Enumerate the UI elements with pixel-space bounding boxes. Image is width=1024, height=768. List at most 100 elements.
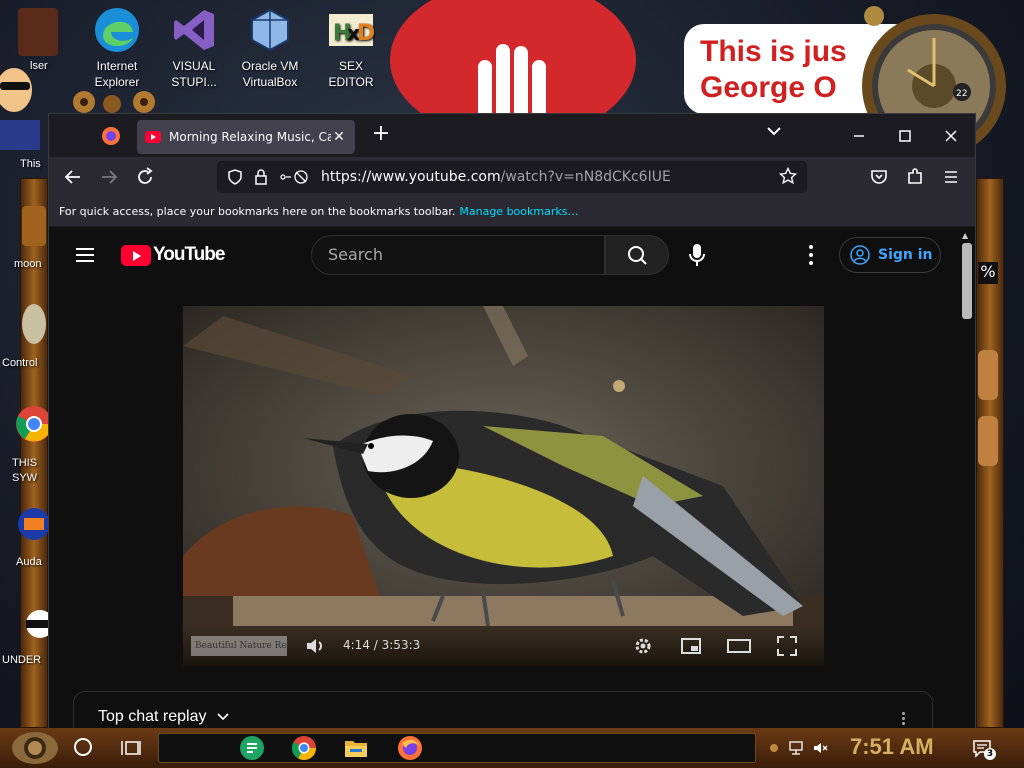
icon-label-line2: VirtualBox bbox=[242, 75, 298, 89]
account-circle-icon bbox=[850, 245, 870, 265]
firefox-view-icon[interactable] bbox=[101, 126, 121, 146]
desktop-icon-internet-explorer[interactable]: Internet Explorer bbox=[85, 6, 149, 90]
avatar-cartoon-icon[interactable] bbox=[0, 60, 40, 150]
guide-menu-icon[interactable] bbox=[73, 244, 97, 268]
close-tab-button[interactable]: ✕ bbox=[331, 129, 347, 145]
desktop-icon-virtualbox[interactable]: Oracle VM VirtualBox bbox=[238, 6, 302, 90]
microphone-icon[interactable] bbox=[685, 241, 709, 269]
top-chat-replay-panel[interactable]: Top chat replay bbox=[73, 691, 933, 732]
desktop-icon-hex-editor[interactable]: HxD SEX EDITOR bbox=[319, 6, 383, 90]
url-host: https://www.youtube.com bbox=[321, 169, 501, 185]
gauge-icon bbox=[978, 350, 998, 400]
channel-watermark[interactable]: Beautiful Nature Re bbox=[191, 636, 287, 656]
url-bar[interactable]: https://www.youtube.com/watch?v=nN8dCKc6… bbox=[217, 161, 807, 193]
notification-count-badge: 3 bbox=[984, 748, 996, 760]
chevron-down-icon[interactable] bbox=[217, 708, 229, 726]
icon-label-line1: Oracle VM bbox=[241, 59, 299, 73]
desktop-label-auda: Auda bbox=[16, 556, 42, 568]
settings-gear-icon[interactable] bbox=[631, 634, 655, 658]
start-button[interactable] bbox=[10, 730, 60, 766]
chrome-taskbar-icon[interactable] bbox=[290, 734, 318, 762]
current-time: 4:14 bbox=[343, 638, 370, 652]
settings-more-vert-icon[interactable] bbox=[801, 241, 821, 269]
pocket-icon[interactable] bbox=[867, 165, 891, 189]
scroll-up-arrow-icon[interactable]: ▲ bbox=[962, 231, 968, 240]
extensions-puzzle-icon[interactable] bbox=[903, 165, 927, 189]
close-window-button[interactable] bbox=[937, 122, 965, 150]
chrome-desktop-icon[interactable] bbox=[14, 404, 52, 444]
theater-mode-icon[interactable] bbox=[727, 634, 751, 658]
control-panel-icon[interactable] bbox=[22, 304, 46, 344]
hex-editor-icon: HxD bbox=[327, 6, 375, 54]
sign-in-label: Sign in bbox=[878, 247, 933, 263]
youtube-favicon-icon bbox=[145, 131, 161, 143]
url-text: https://www.youtube.com/watch?v=nN8dCKc6… bbox=[321, 169, 671, 185]
tab-youtube[interactable]: Morning Relaxing Music, Calm ✕ bbox=[137, 120, 355, 154]
icon-label-line1: VISUAL bbox=[172, 59, 216, 73]
url-path: /watch?v=nN8dCKc6IUE bbox=[500, 169, 671, 185]
audacity-icon[interactable] bbox=[14, 504, 50, 544]
icon-label-line2: EDITOR bbox=[328, 75, 374, 89]
youtube-wordmark: YouTube bbox=[153, 244, 225, 265]
shield-icon[interactable] bbox=[227, 169, 243, 185]
minimize-button[interactable] bbox=[845, 122, 873, 150]
navigation-toolbar: https://www.youtube.com/watch?v=nN8dCKc6… bbox=[49, 157, 975, 197]
under-icon[interactable] bbox=[20, 604, 54, 644]
visual-studio-icon bbox=[170, 6, 218, 54]
time-separator: / bbox=[369, 638, 382, 652]
desktop-icon-visual-studio[interactable]: VISUAL STUPI... bbox=[162, 6, 226, 90]
bookmark-star-icon[interactable] bbox=[778, 166, 798, 189]
file-explorer-folder-icon[interactable] bbox=[342, 734, 370, 762]
search-input[interactable]: Search bbox=[311, 235, 605, 275]
bird-video-frame bbox=[183, 306, 824, 666]
taskbar: 7:51 AM 3 bbox=[0, 728, 1024, 768]
manage-bookmarks-link[interactable]: Manage bookmarks… bbox=[459, 205, 578, 218]
sheets-app-icon[interactable] bbox=[238, 734, 266, 762]
chat-replay-title: Top chat replay bbox=[98, 708, 207, 726]
tray-overflow-icon[interactable] bbox=[766, 740, 782, 756]
miniplayer-icon[interactable] bbox=[679, 634, 703, 658]
cortana-circle-icon[interactable] bbox=[74, 738, 92, 756]
page-scrollbar[interactable]: ▲ bbox=[957, 227, 975, 732]
svg-text:D: D bbox=[357, 21, 375, 46]
fullscreen-icon[interactable] bbox=[775, 634, 799, 658]
youtube-play-logo-icon bbox=[121, 244, 151, 266]
forward-arrow-icon[interactable] bbox=[97, 165, 121, 189]
svg-text:22: 22 bbox=[956, 89, 967, 99]
gears-decoration bbox=[64, 88, 174, 114]
desktop-label-moon: moon bbox=[14, 258, 42, 270]
bookmarks-toolbar-message: For quick access, place your bookmarks h… bbox=[59, 205, 456, 218]
desktop-label-control: Control bbox=[2, 357, 38, 369]
firefox-window: Morning Relaxing Music, Calm ✕ + bbox=[48, 113, 976, 733]
new-tab-button[interactable]: + bbox=[369, 122, 393, 146]
lock-icon[interactable] bbox=[253, 169, 269, 185]
reload-icon[interactable] bbox=[133, 165, 157, 189]
permissions-autoplay-blocked-icon[interactable] bbox=[279, 169, 309, 185]
chat-more-options-icon[interactable] bbox=[902, 710, 908, 727]
desktop-icon-user-partial[interactable] bbox=[18, 8, 58, 56]
scrollbar-thumb[interactable] bbox=[962, 243, 972, 319]
back-arrow-icon[interactable] bbox=[61, 165, 85, 189]
firefox-taskbar-icon[interactable] bbox=[396, 734, 424, 762]
task-view-icon[interactable] bbox=[120, 738, 142, 758]
search-button[interactable] bbox=[605, 235, 669, 275]
percent-fragment: % bbox=[978, 262, 998, 284]
volume-muted-icon[interactable] bbox=[812, 740, 828, 756]
icon-label-line1: SEX bbox=[338, 59, 363, 73]
hamburger-menu-icon[interactable] bbox=[939, 165, 963, 189]
youtube-masthead: YouTube Search Sign in bbox=[49, 227, 957, 284]
player-controls: Beautiful Nature Re 4:14 / 3:53:3 bbox=[183, 626, 824, 666]
volume-icon[interactable] bbox=[303, 634, 327, 658]
youtube-logo[interactable]: YouTube bbox=[121, 243, 225, 267]
maximize-button[interactable] bbox=[891, 122, 919, 150]
network-icon[interactable] bbox=[788, 740, 804, 756]
desktop-label-this-syw: THIS SYW bbox=[12, 457, 38, 484]
list-all-tabs-chevron-icon[interactable] bbox=[767, 124, 781, 140]
moon-icon[interactable] bbox=[22, 206, 46, 246]
taskbar-clock[interactable]: 7:51 AM bbox=[850, 734, 934, 760]
sign-in-button[interactable]: Sign in bbox=[839, 237, 941, 273]
tab-title: Morning Relaxing Music, Calm bbox=[169, 130, 331, 144]
virtualbox-icon bbox=[246, 6, 294, 54]
edge-icon bbox=[93, 6, 141, 54]
video-player[interactable]: Beautiful Nature Re 4:14 / 3:53:3 bbox=[183, 306, 824, 666]
